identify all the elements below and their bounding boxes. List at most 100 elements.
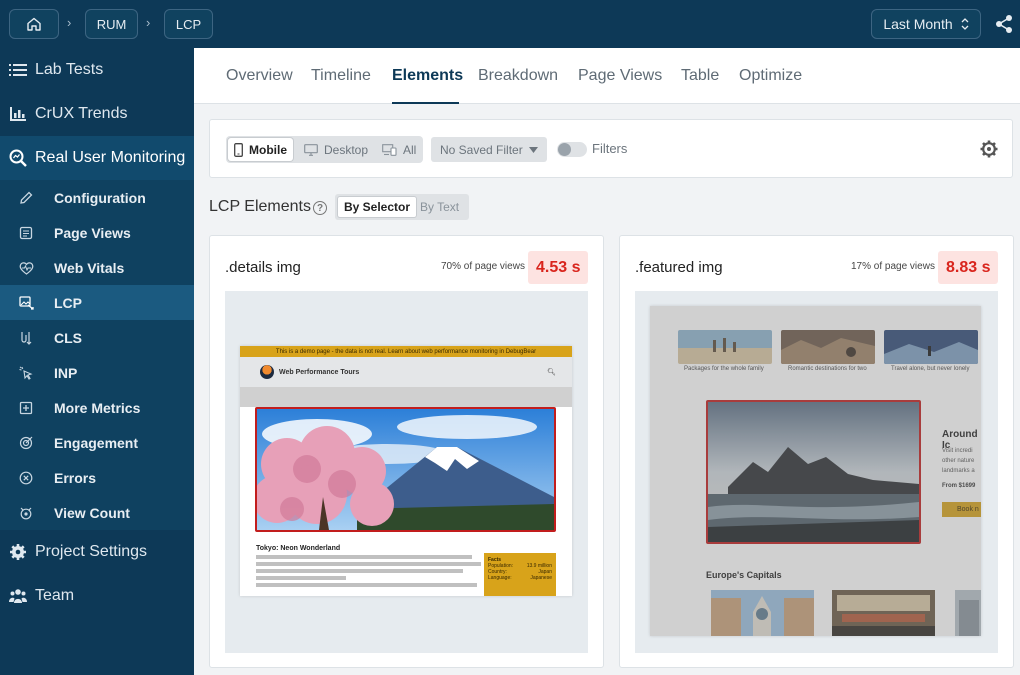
- tab-bar: Overview Timeline Elements Breakdown Pag…: [194, 48, 1020, 104]
- filters-toggle[interactable]: [557, 142, 587, 157]
- element-preview: This is a demo page - the data is not re…: [225, 291, 588, 653]
- fact-key: Language:: [488, 575, 512, 581]
- site-header: Web Performance Tours: [240, 357, 572, 387]
- breadcrumb-separator: ›: [67, 15, 72, 30]
- city-image: [955, 590, 981, 636]
- demo-banner: This is a demo page - the data is not re…: [240, 346, 572, 357]
- active-tab-indicator: [392, 102, 459, 104]
- sidebar-item-project-settings[interactable]: Project Settings: [0, 530, 194, 574]
- gear-icon[interactable]: [979, 139, 999, 159]
- devices-icon: [382, 143, 397, 156]
- device-mobile-label: Mobile: [249, 142, 287, 157]
- sidebar-subitem-label: Errors: [54, 469, 97, 486]
- page-screenshot: Packages for the whole family Romantic d…: [650, 306, 981, 636]
- sidebar-item-real-user-monitoring[interactable]: Real User Monitoring: [0, 136, 194, 180]
- sidebar-subitem-view-count[interactable]: View Count: [0, 495, 194, 530]
- sidebar-item-label: Real User Monitoring: [35, 149, 186, 166]
- help-icon[interactable]: ?: [313, 201, 327, 215]
- device-selector: Mobile Desktop All: [226, 136, 423, 163]
- thumbnail-caption: Travel alone, but never lonely: [891, 366, 970, 372]
- sidebar-item-lab-tests[interactable]: Lab Tests: [0, 48, 194, 92]
- image-icon: [18, 295, 34, 311]
- device-mobile-button[interactable]: Mobile: [228, 138, 293, 161]
- filters-toggle-label: Filters: [592, 141, 628, 156]
- target-icon: [18, 435, 34, 451]
- sidebar-item-label: Lab Tests: [35, 61, 104, 78]
- device-all-label: All: [403, 142, 417, 157]
- tab-page-views[interactable]: Page Views: [578, 67, 662, 85]
- sidebar-item-crux-trends[interactable]: CrUX Trends: [0, 92, 194, 136]
- sidebar-subitem-label: Configuration: [54, 189, 146, 206]
- thumbnail-solo: [884, 330, 978, 364]
- side-text-line: other nature: [942, 458, 975, 464]
- home-button[interactable]: [9, 9, 59, 39]
- sidebar-subitem-errors[interactable]: Errors: [0, 460, 194, 495]
- thumbnail-family: [678, 330, 772, 364]
- list-icon: [8, 60, 28, 80]
- document-icon: [18, 225, 34, 241]
- filter-bar: Mobile Desktop All No Saved Filter Filte…: [209, 119, 1013, 178]
- sidebar-subitem-web-vitals[interactable]: Web Vitals: [0, 250, 194, 285]
- layout-shift-icon: [18, 330, 34, 346]
- search-chart-icon: [8, 148, 28, 168]
- pointer-icon: [18, 365, 34, 381]
- device-all-button[interactable]: All: [376, 138, 422, 161]
- sidebar-subitem-label: LCP: [54, 294, 82, 311]
- tab-breakdown[interactable]: Breakdown: [478, 67, 558, 85]
- sidebar-subitem-lcp[interactable]: LCP: [0, 285, 194, 320]
- tab-table[interactable]: Table: [681, 67, 719, 85]
- sidebar-subitem-configuration[interactable]: Configuration: [0, 180, 194, 215]
- highlighted-lcp-image: [255, 407, 556, 532]
- search-icon: 🔍︎: [547, 369, 556, 376]
- sidebar-subitem-label: Page Views: [54, 224, 131, 241]
- element-preview: Packages for the whole family Romantic d…: [635, 291, 998, 653]
- mode-by-text-button[interactable]: By Text: [420, 197, 459, 217]
- tab-optimize[interactable]: Optimize: [739, 67, 802, 85]
- iceland-coast-image: [708, 402, 919, 542]
- side-text: Visit incredi other nature landmarks a F…: [942, 446, 975, 491]
- sidebar-item-team[interactable]: Team: [0, 574, 194, 618]
- tab-timeline[interactable]: Timeline: [311, 67, 371, 85]
- lcp-element-card[interactable]: .featured img 17% of page views 8.83 s P…: [619, 235, 1014, 668]
- lcp-element-card[interactable]: .details img 70% of page views 4.53 s Th…: [209, 235, 604, 668]
- thumbnail-romantic: [781, 330, 875, 364]
- lcp-elements-title: LCP Elements: [209, 198, 311, 215]
- date-range-select[interactable]: Last Month: [871, 9, 981, 39]
- sidebar-subitem-label: View Count: [54, 504, 130, 521]
- sidebar-item-label: Project Settings: [35, 543, 148, 560]
- gear-icon: [8, 542, 28, 562]
- section-heading: Europe's Capitals: [706, 570, 782, 580]
- side-text-line: landmarks a: [942, 468, 975, 474]
- sidebar-subitem-more-metrics[interactable]: More Metrics: [0, 390, 194, 425]
- lcp-time-badge: 8.83 s: [938, 251, 999, 284]
- thumbnail-caption: Romantic destinations for two: [788, 366, 867, 372]
- breadcrumb-separator: ›: [146, 15, 151, 30]
- breadcrumb-rum[interactable]: RUM: [85, 9, 138, 39]
- mode-by-selector-button[interactable]: By Selector: [338, 197, 417, 217]
- element-selector: .featured img: [635, 259, 723, 276]
- city-image: [711, 590, 814, 636]
- breadcrumb-lcp[interactable]: LCP: [164, 9, 213, 39]
- device-desktop-button[interactable]: Desktop: [298, 138, 374, 161]
- side-price: From $1699: [942, 483, 976, 489]
- home-icon: [27, 17, 41, 31]
- sidebar-item-label: Team: [35, 587, 75, 604]
- desktop-icon: [304, 143, 318, 156]
- caret-down-icon: [528, 146, 538, 153]
- sidebar-subitem-cls[interactable]: CLS: [0, 320, 194, 355]
- tab-overview[interactable]: Overview: [226, 67, 293, 85]
- pencil-icon: [18, 190, 34, 206]
- top-bar: › RUM › LCP Last Month: [0, 0, 1020, 48]
- sidebar-subitem-inp[interactable]: INP: [0, 355, 194, 390]
- city-image: [832, 590, 935, 636]
- share-icon[interactable]: [994, 14, 1014, 34]
- thumbnail-caption: Packages for the whole family: [684, 366, 764, 372]
- saved-filter-dropdown[interactable]: No Saved Filter: [431, 137, 547, 162]
- sidebar-subitem-engagement[interactable]: Engagement: [0, 425, 194, 460]
- tab-elements[interactable]: Elements: [392, 67, 463, 85]
- sidebar-subitem-label: Engagement: [54, 434, 139, 451]
- device-desktop-label: Desktop: [324, 142, 369, 157]
- lcp-mode-selector: By Selector By Text: [335, 194, 469, 220]
- x-circle-icon: [18, 470, 34, 486]
- sidebar-subitem-page-views[interactable]: Page Views: [0, 215, 194, 250]
